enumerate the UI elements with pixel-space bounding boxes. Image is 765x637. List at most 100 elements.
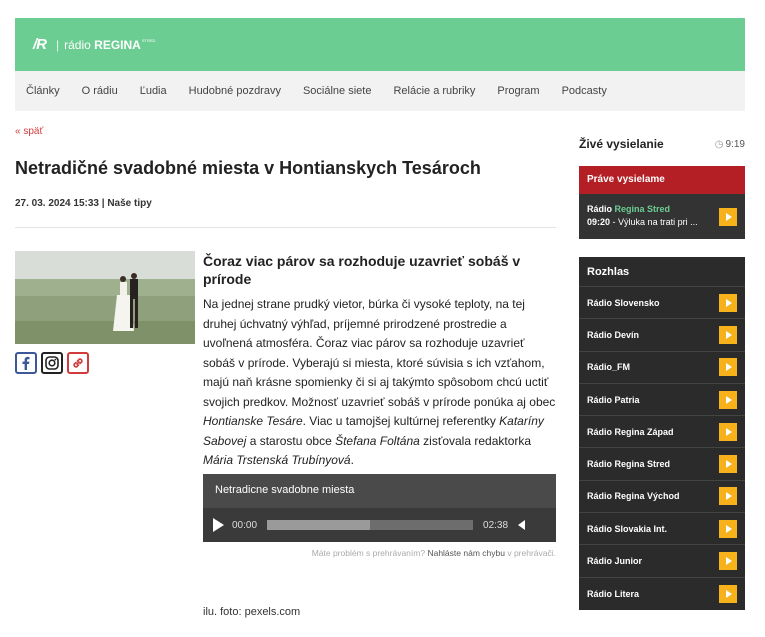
play-icon[interactable] [719, 325, 737, 344]
station-item[interactable]: Rádio Litera [579, 578, 745, 610]
now-playing-station: Rádio Regina Stred [587, 204, 737, 214]
nav-item-o-radiu[interactable]: O rádiu [82, 85, 118, 97]
play-icon[interactable] [719, 519, 737, 538]
play-icon[interactable] [719, 358, 737, 377]
article-title: Netradičné svadobné miesta v Hontianskyc… [15, 158, 481, 178]
logo-tm: STRED [141, 37, 156, 43]
main-nav: Články O rádiu Ľudia Hudobné pozdravy So… [15, 71, 745, 111]
body-part-1: Na jednej strane prudký vietor, búrka či… [203, 297, 556, 409]
divider [15, 227, 556, 228]
now-station-name: Regina Stred [614, 204, 671, 214]
body-part-4: zisťovala redaktorka [419, 433, 532, 448]
player-controls: 00:00 02:38 [203, 508, 556, 542]
logo-prefix: rádio [64, 37, 91, 52]
rozhlas-list: Rozhlas Rádio Slovensko Rádio Devín Rádi… [579, 257, 745, 610]
station-item[interactable]: Rádio Devín [579, 319, 745, 352]
play-icon[interactable] [213, 518, 224, 532]
rozhlas-title: Rozhlas [579, 257, 745, 287]
player-progress-track[interactable] [267, 520, 474, 530]
share-instagram-button[interactable] [41, 352, 63, 374]
instagram-icon [45, 356, 59, 370]
station-name: Rádio Regina Západ [587, 426, 674, 437]
share-buttons [15, 352, 89, 374]
nav-item-program[interactable]: Program [497, 85, 539, 97]
article-meta: 27. 03. 2024 15:33 | Naše tipy [15, 198, 152, 209]
article-photo [15, 251, 195, 344]
share-link-button[interactable] [67, 352, 89, 374]
station-item[interactable]: Rádio Regina Stred [579, 448, 745, 481]
station-item[interactable]: Rádio Junior [579, 545, 745, 578]
station-item[interactable]: Rádio Patria [579, 384, 745, 417]
nav-item-ludia[interactable]: Ľudia [140, 85, 167, 97]
body-part-3: a starostu obce [246, 433, 336, 448]
wedding-photo-illustration [15, 251, 195, 344]
play-icon[interactable] [719, 422, 737, 441]
live-clock: ◷ 9:19 [715, 139, 745, 150]
live-time-value: 9:19 [725, 138, 745, 150]
play-icon[interactable] [719, 552, 737, 571]
player-title: Netradicne svadobne miesta [215, 484, 355, 496]
station-name: Rádio Slovensko [587, 297, 660, 308]
nav-item-relacie[interactable]: Relácie a rubriky [393, 85, 475, 97]
now-show: - Výluka na trati pri ... [612, 217, 698, 227]
facebook-icon [22, 356, 30, 370]
station-item[interactable]: Rádio Slovensko [579, 287, 745, 320]
article-category[interactable]: Naše tipy [107, 198, 151, 209]
play-icon[interactable] [719, 293, 737, 312]
live-header: Živé vysielanie ◷ 9:19 [579, 137, 745, 151]
site-header: /R | rádio REGINASTRED [15, 18, 745, 71]
share-facebook-button[interactable] [15, 352, 37, 374]
station-name: Rádio Regina Stred [587, 459, 671, 470]
body-part-5: . [350, 453, 354, 467]
now-playing-show: 09:20 - Výluka na trati pri ... [587, 217, 711, 227]
station-name: Rádio Regina Východ [587, 491, 680, 502]
site-logo[interactable]: /R | rádio REGINASTRED [33, 36, 155, 53]
report-prefix: Máte problém s prehrávaním? [311, 548, 426, 558]
now-playing-play-icon[interactable] [719, 208, 737, 226]
audio-player: Netradicne svadobne miesta 00:00 02:38 [203, 474, 556, 542]
station-item[interactable]: Rádio Slovakia Int. [579, 513, 745, 546]
station-item[interactable]: Rádio Regina Západ [579, 416, 745, 449]
report-link[interactable]: Nahláste nám chybu [427, 548, 505, 558]
logo-separator: | [56, 37, 60, 52]
nav-item-clanky[interactable]: Články [26, 85, 60, 97]
station-name: Rádio Litera [587, 588, 640, 599]
now-playing-header: Práve vysielame [579, 166, 745, 194]
clock-icon: ◷ [714, 138, 724, 150]
photo-caption: ilu. foto: pexels.com [203, 606, 301, 618]
station-name: Rádio Slovakia Int. [587, 523, 668, 534]
play-icon[interactable] [719, 455, 737, 474]
logo-brand: REGINA [94, 37, 141, 52]
player-buffer-fill [267, 520, 371, 530]
back-link[interactable]: « späť [15, 126, 43, 137]
station-name: Rádio Junior [587, 556, 643, 567]
player-report: Máte problém s prehrávaním? Nahláste nám… [203, 548, 556, 558]
logo-text: rádio REGINASTRED [64, 38, 155, 52]
body-emphasis-4: Mária Trstenská Trubínyová [203, 453, 351, 467]
play-icon[interactable] [719, 390, 737, 409]
station-item[interactable]: Rádio_FM [579, 352, 745, 384]
player-current-time: 00:00 [232, 519, 258, 531]
play-icon[interactable] [719, 584, 737, 603]
article-subtitle: Čoraz viac párov sa rozhoduje uzavrieť s… [203, 253, 521, 287]
body-emphasis-3: Štefana Foltána [335, 433, 420, 448]
volume-icon[interactable] [518, 520, 526, 530]
body-emphasis-1: Hontianske Tesáre [203, 414, 303, 428]
play-icon[interactable] [719, 487, 737, 506]
article-date: 27. 03. 2024 15:33 [15, 198, 99, 209]
player-duration: 02:38 [483, 519, 509, 531]
now-station-prefix: Rádio [587, 204, 613, 214]
logo-mark: /R [33, 36, 47, 53]
nav-item-socialne-siete[interactable]: Sociálne siete [303, 85, 372, 97]
nav-item-podcasty[interactable]: Podcasty [562, 85, 607, 97]
now-time: 09:20 [587, 217, 611, 227]
station-name: Rádio Devín [587, 329, 640, 340]
article-body: Na jednej strane prudký vietor, búrka či… [203, 295, 558, 471]
body-part-2: . Viac u tamojšej kultúrnej referentky [302, 414, 500, 428]
live-title: Živé vysielanie [579, 137, 664, 151]
nav-item-hudobne-pozdravy[interactable]: Hudobné pozdravy [189, 85, 281, 97]
station-item[interactable]: Rádio Regina Východ [579, 481, 745, 514]
link-icon [73, 358, 83, 368]
now-playing-box[interactable]: Rádio Regina Stred 09:20 - Výluka na tra… [579, 194, 745, 239]
station-name: Rádio_FM [587, 362, 631, 373]
